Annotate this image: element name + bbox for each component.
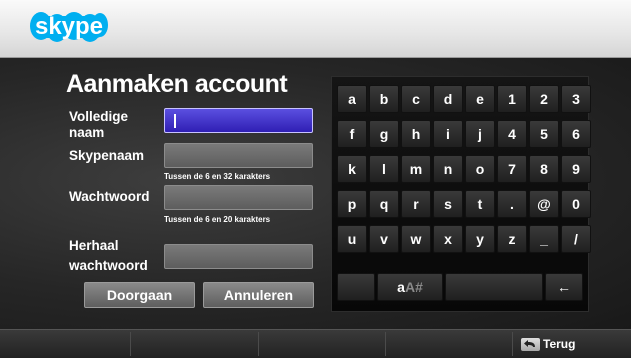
- key-3[interactable]: 3: [561, 85, 591, 113]
- repeat-password-input[interactable]: [165, 245, 312, 268]
- key-7[interactable]: 7: [497, 155, 527, 183]
- password-input[interactable]: [165, 186, 312, 209]
- key-s[interactable]: s: [433, 190, 463, 218]
- key-p[interactable]: p: [337, 190, 367, 218]
- repeat-password-field[interactable]: [164, 244, 313, 269]
- full-name-label: Volledige naam: [69, 109, 129, 140]
- full-name-field[interactable]: [164, 108, 313, 133]
- mode-lower-label: a: [397, 279, 405, 295]
- skype-name-label: Skypenaam: [69, 148, 145, 163]
- key-h[interactable]: h: [401, 120, 431, 148]
- key-w[interactable]: w: [401, 225, 431, 253]
- key-underscore[interactable]: _: [529, 225, 559, 253]
- footer-divider: [512, 332, 513, 356]
- key-8[interactable]: 8: [529, 155, 559, 183]
- back-button[interactable]: Terug: [521, 335, 575, 353]
- back-label: Terug: [543, 337, 576, 351]
- key-m[interactable]: m: [401, 155, 431, 183]
- full-name-input[interactable]: [165, 109, 312, 132]
- header-bar: skype: [0, 0, 631, 58]
- skype-name-hint: Tussen de 6 en 32 karakters: [164, 172, 271, 181]
- skype-name-field[interactable]: [164, 143, 313, 168]
- key-e[interactable]: e: [465, 85, 495, 113]
- key-v[interactable]: v: [369, 225, 399, 253]
- page-title: Aanmaken account: [66, 70, 288, 98]
- key-9[interactable]: 9: [561, 155, 591, 183]
- cancel-button[interactable]: Annuleren: [203, 282, 314, 308]
- logo-text: skype: [35, 13, 103, 40]
- repeat-password-label: Herhaal wachtwoord: [69, 238, 148, 273]
- key-6[interactable]: 6: [561, 120, 591, 148]
- footer-divider: [258, 332, 259, 356]
- key-4[interactable]: 4: [497, 120, 527, 148]
- key-blank-left[interactable]: [337, 273, 375, 301]
- password-hint: Tussen de 6 en 20 karakters: [164, 215, 271, 224]
- key-u[interactable]: u: [337, 225, 367, 253]
- remote-back-icon: [521, 337, 540, 351]
- key-d[interactable]: d: [433, 85, 463, 113]
- key-k[interactable]: k: [337, 155, 367, 183]
- key-b[interactable]: b: [369, 85, 399, 113]
- continue-button[interactable]: Doorgaan: [84, 282, 195, 308]
- key-f[interactable]: f: [337, 120, 367, 148]
- key-at[interactable]: @: [529, 190, 559, 218]
- skype-logo: skype: [30, 12, 108, 42]
- key-t[interactable]: t: [465, 190, 495, 218]
- key-space[interactable]: [445, 273, 543, 301]
- key-g[interactable]: g: [369, 120, 399, 148]
- key-n[interactable]: n: [433, 155, 463, 183]
- key-r[interactable]: r: [401, 190, 431, 218]
- key-0[interactable]: 0: [561, 190, 591, 218]
- key-period[interactable]: .: [497, 190, 527, 218]
- backspace-icon: ←: [557, 279, 571, 295]
- key-l[interactable]: l: [369, 155, 399, 183]
- mode-symbol-label: #: [415, 279, 423, 295]
- footer-divider: [385, 332, 386, 356]
- mode-upper-label: A: [404, 279, 416, 295]
- key-2[interactable]: 2: [529, 85, 559, 113]
- key-o[interactable]: o: [465, 155, 495, 183]
- key-5[interactable]: 5: [529, 120, 559, 148]
- skype-name-input[interactable]: [165, 144, 312, 167]
- key-j[interactable]: j: [465, 120, 495, 148]
- key-1[interactable]: 1: [497, 85, 527, 113]
- key-backspace[interactable]: ←: [545, 273, 583, 301]
- key-i[interactable]: i: [433, 120, 463, 148]
- key-z[interactable]: z: [497, 225, 527, 253]
- password-field[interactable]: [164, 185, 313, 210]
- key-y[interactable]: y: [465, 225, 495, 253]
- key-slash[interactable]: /: [561, 225, 591, 253]
- footer-divider: [130, 332, 131, 356]
- key-a[interactable]: a: [337, 85, 367, 113]
- password-label: Wachtwoord: [69, 189, 150, 204]
- onscreen-keyboard: a b c d e 1 2 3 f g h i j 4 5 6 k l m n o 7 8 9 p q r s t. @0 u v w x y z _ /…: [331, 76, 591, 312]
- key-x[interactable]: x: [433, 225, 463, 253]
- key-case-toggle[interactable]: aA#: [377, 273, 443, 301]
- key-q[interactable]: q: [369, 190, 399, 218]
- text-caret: [174, 114, 176, 128]
- key-c[interactable]: c: [401, 85, 431, 113]
